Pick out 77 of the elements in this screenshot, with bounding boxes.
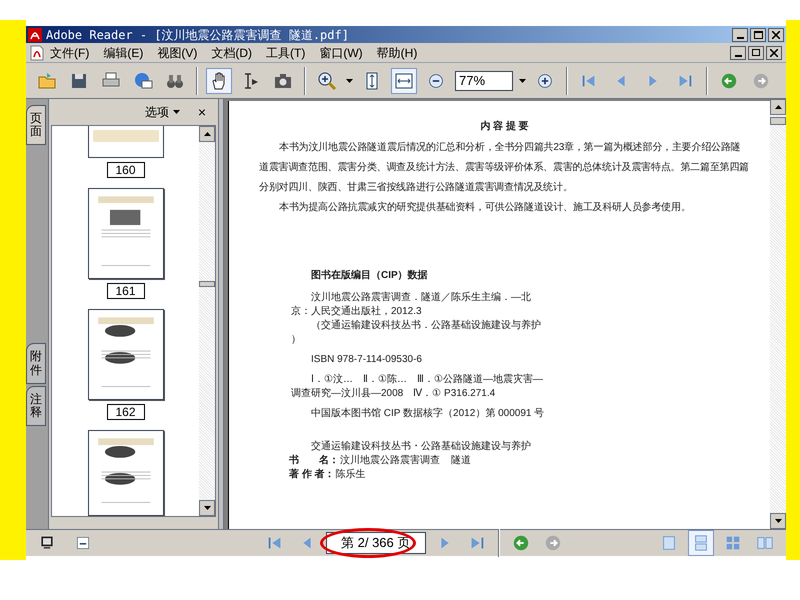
- document-minimize-button[interactable]: [730, 46, 746, 60]
- menu-item[interactable]: 窗口(W): [319, 44, 363, 62]
- section-heading: 内 容 提 要: [479, 119, 530, 134]
- page-number-label: 161: [106, 283, 144, 300]
- options-menu[interactable]: 选项: [144, 103, 180, 121]
- monitor-icon: [39, 535, 55, 551]
- down-triangle-icon: [774, 519, 782, 523]
- four-squares-icon: [724, 534, 742, 552]
- globe-envelope-icon: [133, 70, 153, 90]
- document-restore-button[interactable]: [748, 46, 764, 60]
- page-thumbnail[interactable]: [88, 126, 164, 158]
- fit-width-icon: [394, 70, 414, 90]
- up-triangle-icon: [204, 132, 210, 136]
- caret-icon[interactable]: [346, 78, 353, 82]
- single-page-icon: [660, 534, 678, 552]
- cip-line: 京：人民交通出版社，2012.3: [290, 305, 423, 319]
- cip-heading: 图书在版编目（CIP）数据: [310, 268, 429, 283]
- close-icon: [770, 48, 778, 56]
- scroll-down-button[interactable]: [770, 513, 786, 529]
- up-triangle-icon: [774, 105, 782, 109]
- scroll-up-button[interactable]: [199, 126, 215, 142]
- menu-item[interactable]: 文档(D): [211, 44, 252, 62]
- scroll-thumb[interactable]: [770, 117, 786, 125]
- document-icon: [30, 44, 44, 60]
- cip-line: （交通运输建设科技丛书．公路基础设施建设与养护: [310, 319, 542, 333]
- caret-icon[interactable]: [172, 110, 180, 114]
- side-tab[interactable]: 页面: [26, 105, 46, 146]
- cip-line: ）: [290, 333, 302, 347]
- field-label: 著 作 者：: [289, 469, 335, 481]
- scroll-up-button[interactable]: [770, 99, 786, 115]
- maximize-button[interactable]: [750, 28, 766, 42]
- folder-icon: [37, 70, 57, 90]
- field-value: 隧道: [451, 455, 471, 467]
- page-number-label: 162: [106, 404, 144, 420]
- continuous-button[interactable]: [688, 530, 714, 556]
- document-close-button[interactable]: [766, 46, 782, 60]
- two-pages-icon: [756, 534, 774, 552]
- down-triangle-icon: [204, 506, 210, 510]
- cip-line: Ⅰ．①汶… Ⅱ．①陈… Ⅲ．①公路隧道—地震灾害—: [310, 373, 544, 387]
- field-label: 书 名：: [289, 455, 339, 467]
- menu-item[interactable]: 编辑(E): [103, 44, 144, 62]
- series-title: 交通运输建设科技丛书・公路基础设施建设与养护: [310, 441, 532, 453]
- continuous-pages-icon: [692, 534, 710, 552]
- app-logo-icon: [28, 28, 42, 42]
- cip-line: 调查研究—汶川县—2008 Ⅳ．① P316.271.4: [290, 387, 496, 401]
- zoom-field[interactable]: 77%: [455, 70, 513, 90]
- close-icon: [772, 30, 780, 38]
- page-number-field[interactable]: 第 2/ 366 页: [326, 532, 426, 554]
- minimize-button[interactable]: [732, 28, 748, 42]
- cip-line: 中国版本图书馆 CIP 数据核字（2012）第 000091 号: [310, 407, 546, 421]
- menu-item[interactable]: 工具(T): [266, 44, 306, 62]
- cip-line: 汶川地震公路震害调查．隧道／陈乐生主编．—北: [310, 291, 532, 305]
- panel-close-button[interactable]: ×: [198, 102, 206, 122]
- window-title: Adobe Reader - [汶川地震公路震害调查 隧道.pdf]: [46, 26, 349, 44]
- field-value: 汶川地震公路震害调查: [340, 455, 440, 467]
- paragraph: 本书为汶川地震公路隧道震后情况的汇总和分析，全书分四篇共23章，第一篇为概述部分，主要介绍公路隧道震害调查范围、震害分类、调查及统计方法、震害等级评价体系、震害的总体统计及震害特点。第二篇至第四篇分别对四川、陕西、甘肃三省按线路进行公路隧道震害调查情况及统计。: [259, 140, 750, 195]
- plus-circle-icon: [537, 72, 553, 88]
- caret-icon[interactable]: [519, 78, 526, 82]
- scroll-thumb[interactable]: [199, 281, 215, 287]
- close-button[interactable]: [768, 28, 784, 42]
- document-scrollbar[interactable]: [770, 99, 786, 529]
- thumbnail-scrollbar[interactable]: [199, 126, 215, 516]
- menu-item[interactable]: 文件(F): [50, 44, 90, 62]
- menu-item[interactable]: 视图(V): [157, 44, 198, 62]
- side-tab[interactable]: 附件: [26, 343, 46, 384]
- window-icon: [75, 535, 91, 551]
- menu-item[interactable]: 帮助(H): [376, 44, 418, 62]
- cip-line: ISBN 978-7-114-09530-6: [310, 353, 423, 367]
- page-number-label: 160: [106, 162, 144, 178]
- magnifier-plus-icon: [317, 70, 337, 90]
- minus-circle-icon: [428, 72, 444, 88]
- field-value: 陈乐生: [336, 469, 366, 481]
- fit-width-button[interactable]: [391, 68, 417, 94]
- paragraph: 本书为提高公路抗震减灾的研究提供基础资料，可供公路隧道设计、施工及科研人员参考使用。: [278, 200, 692, 215]
- hand-tool-button[interactable]: [206, 68, 232, 94]
- side-tab[interactable]: 注释: [26, 386, 46, 426]
- scroll-down-button[interactable]: [199, 500, 215, 516]
